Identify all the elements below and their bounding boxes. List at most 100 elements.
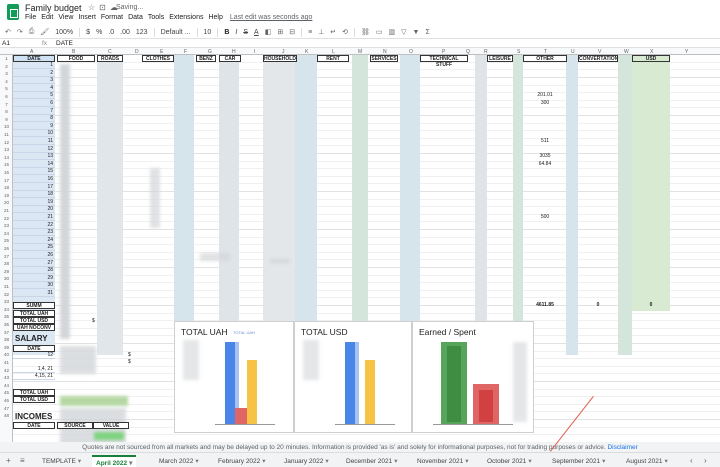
salary-date[interactable]: 4,15, 21	[13, 373, 55, 380]
salary-date[interactable]: 12	[13, 352, 55, 359]
row-number[interactable]: 36	[0, 322, 13, 327]
row-number[interactable]: 31	[0, 284, 13, 289]
row-number[interactable]: 4	[0, 79, 13, 84]
column-letter[interactable]: W	[624, 49, 629, 55]
menu-help[interactable]: Help	[208, 14, 222, 21]
date-cell[interactable]: 12	[13, 146, 55, 153]
disclaimer-link[interactable]: Disclaimer	[607, 444, 637, 451]
font-size-select[interactable]: 10	[204, 29, 212, 36]
row-number[interactable]: 48	[0, 413, 13, 418]
other-value-cell[interactable]: 3035	[523, 153, 567, 160]
salary-date-header[interactable]: DATE	[13, 345, 55, 352]
date-cell[interactable]: 21	[13, 214, 55, 221]
date-cell[interactable]: 15	[13, 168, 55, 176]
chart-total-uah[interactable]: TOTAL UAH TOTAL UAH	[174, 321, 294, 433]
chevron-down-icon[interactable]: ▾	[262, 458, 265, 465]
menu-extensions[interactable]: Extensions	[169, 14, 203, 21]
date-cell[interactable]: 31	[13, 290, 55, 297]
row-number[interactable]: 7	[0, 102, 13, 107]
date-cell[interactable]: 14	[13, 161, 55, 168]
name-box[interactable]: A1	[2, 40, 10, 47]
column-letter[interactable]: S	[517, 49, 520, 55]
chevron-down-icon[interactable]: ▾	[78, 458, 81, 465]
row-number[interactable]: 22	[0, 216, 13, 221]
header-leisure[interactable]: LEISURE	[487, 55, 513, 62]
number-format-select[interactable]: 123	[136, 29, 148, 36]
scroll-left-icon[interactable]: ‹	[690, 456, 693, 465]
fill-color-icon[interactable]: ◧	[265, 28, 272, 36]
tab-october-2021[interactable]: October 2021 ▾	[483, 455, 536, 467]
column-letter[interactable]: K	[305, 49, 308, 55]
header-benz[interactable]: BENZ	[196, 55, 216, 62]
date-cell[interactable]: 29	[13, 275, 55, 282]
tab-february-2022[interactable]: February 2022 ▾	[214, 455, 270, 467]
row-number[interactable]: 24	[0, 231, 13, 236]
header-household[interactable]: HOUSEHOLD	[263, 55, 297, 62]
row-number[interactable]: 25	[0, 238, 13, 243]
bold-button[interactable]: B	[224, 29, 229, 36]
chevron-down-icon[interactable]: ▾	[325, 458, 328, 465]
date-cell[interactable]: 3	[13, 77, 55, 85]
scroll-right-icon[interactable]: ›	[704, 456, 707, 465]
date-cell[interactable]: 19	[13, 199, 55, 206]
menu-tools[interactable]: Tools	[148, 14, 164, 21]
row-number[interactable]: 1	[0, 56, 13, 61]
row-number[interactable]: 12	[0, 140, 13, 145]
column-letter[interactable]: I	[254, 49, 255, 55]
menu-format[interactable]: Format	[101, 14, 123, 21]
summ-label[interactable]: SUMM	[13, 302, 55, 309]
strikethrough-button[interactable]: S	[243, 29, 248, 36]
borders-icon[interactable]: ⊞	[277, 28, 283, 36]
row-number[interactable]: 26	[0, 246, 13, 251]
row-number[interactable]: 11	[0, 132, 13, 137]
row-number[interactable]: 35	[0, 314, 13, 319]
paint-format-icon[interactable]: 🖌	[40, 28, 49, 36]
row-number[interactable]: 44	[0, 383, 13, 388]
column-letter[interactable]: O	[409, 49, 413, 55]
tab-december-2021[interactable]: December 2021 ▾	[342, 455, 402, 467]
move-icon[interactable]: ⊡	[99, 3, 106, 12]
row-number[interactable]: 6	[0, 94, 13, 99]
row-number[interactable]: 32	[0, 292, 13, 297]
header-usd[interactable]: USD	[632, 55, 670, 62]
zoom-select[interactable]: 100%	[55, 29, 73, 36]
date-cell[interactable]: 26	[13, 252, 55, 259]
increase-decimals-button[interactable]: .00	[120, 29, 130, 36]
date-cell[interactable]: 10	[13, 130, 55, 138]
other-value-cell[interactable]: 64.84	[523, 161, 567, 168]
insert-link-icon[interactable]: ⛓	[361, 28, 370, 36]
row-number[interactable]: 8	[0, 109, 13, 114]
header-roads[interactable]: ROADS	[97, 55, 123, 62]
row-number[interactable]: 42	[0, 368, 13, 373]
date-cell[interactable]: 22	[13, 222, 55, 229]
align-vertical-icon[interactable]: ⊥	[318, 28, 324, 36]
salary-total-usd-label[interactable]: TOTAL USD	[13, 396, 55, 403]
sheets-logo-icon[interactable]	[7, 4, 19, 20]
row-number[interactable]: 3	[0, 71, 13, 76]
header-other[interactable]: OTHER	[523, 55, 567, 62]
row-number[interactable]: 13	[0, 147, 13, 152]
filter-icon[interactable]: ▽	[401, 28, 406, 36]
currency-button[interactable]: $	[86, 29, 90, 36]
row-number[interactable]: 14	[0, 155, 13, 160]
column-letter[interactable]: Y	[685, 49, 688, 55]
chevron-down-icon[interactable]: ▾	[394, 458, 397, 465]
incomes-date-header[interactable]: DATE	[13, 422, 55, 429]
percent-button[interactable]: %	[96, 29, 102, 36]
total-usd-label[interactable]: TOTAL USD	[13, 317, 55, 324]
row-number[interactable]: 47	[0, 406, 13, 411]
chevron-down-icon[interactable]: ▾	[665, 458, 668, 465]
row-number[interactable]: 28	[0, 261, 13, 266]
date-cell[interactable]: 30	[13, 282, 55, 290]
conv-sum[interactable]: 0	[578, 302, 618, 309]
row-number[interactable]: 2	[0, 64, 13, 69]
usd-sum[interactable]: 0	[632, 302, 670, 309]
row-number[interactable]: 37	[0, 330, 13, 335]
tab-april-2022[interactable]: April 2022 ▾	[92, 455, 137, 467]
incomes-value-header[interactable]: VALUE	[93, 422, 129, 429]
star-icon[interactable]: ☆	[88, 3, 95, 12]
tab-march-2022[interactable]: March 2022 ▾	[155, 455, 203, 467]
menu-data[interactable]: Data	[128, 14, 143, 21]
tab-january-2022[interactable]: January 2022 ▾	[280, 455, 333, 467]
row-number[interactable]: 19	[0, 193, 13, 198]
